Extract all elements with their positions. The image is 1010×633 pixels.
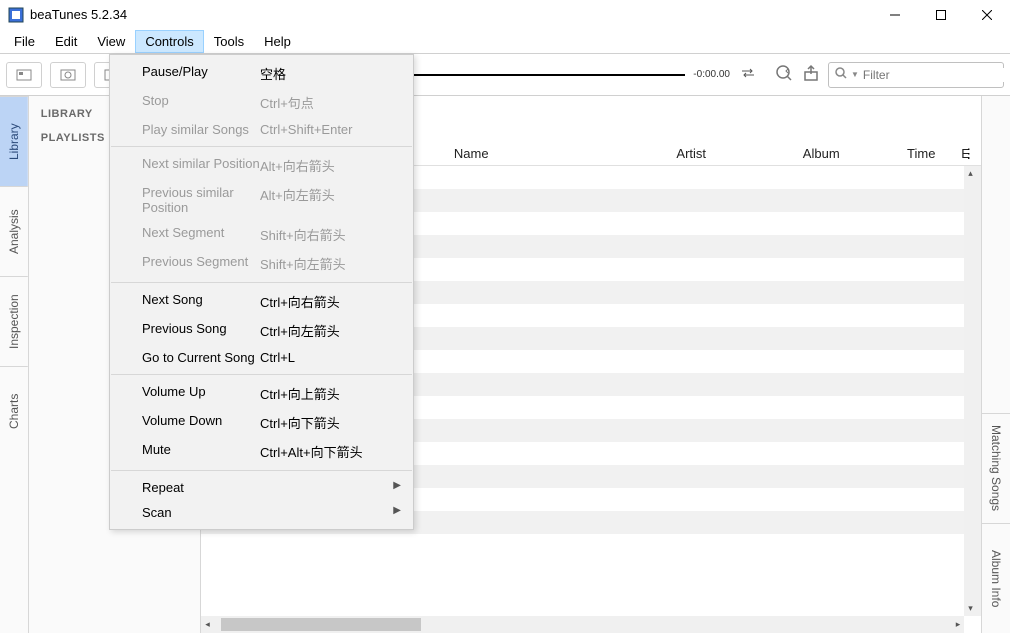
menu-item-previous-segment: Previous SegmentShift+向左箭头 <box>110 249 413 278</box>
menu-item-label: Repeat <box>110 480 260 495</box>
menubar: File Edit View Controls Tools Help <box>0 30 1010 54</box>
menu-item-shortcut: Ctrl+向右箭头 <box>260 292 413 311</box>
menu-item-shortcut: Ctrl+Shift+Enter <box>260 122 413 137</box>
menu-item-label: Go to Current Song <box>110 350 260 365</box>
column-album[interactable]: Album <box>761 146 881 161</box>
menu-item-shortcut: Ctrl+向左箭头 <box>260 321 413 340</box>
menu-item-shortcut: Ctrl+Alt+向下箭头 <box>260 442 413 461</box>
vertical-scrollbar[interactable] <box>964 166 981 616</box>
menu-item-scan[interactable]: Scan ▶ <box>110 500 413 525</box>
menu-view[interactable]: View <box>87 30 135 53</box>
menu-item-shortcut: Shift+向左箭头 <box>260 254 413 273</box>
menu-item-play-similar-songs: Play similar SongsCtrl+Shift+Enter <box>110 117 413 142</box>
menu-item-volume-up[interactable]: Volume UpCtrl+向上箭头 <box>110 379 413 408</box>
menu-item-shortcut <box>260 480 413 495</box>
columns-more-icon[interactable]: ⋮ <box>962 146 975 162</box>
menu-tools[interactable]: Tools <box>204 30 254 53</box>
menu-item-shortcut: Alt+向右箭头 <box>260 156 413 175</box>
menu-item-label: Previous Song <box>110 321 260 340</box>
menu-item-shortcut: Ctrl+句点 <box>260 93 413 112</box>
menu-item-shortcut <box>260 505 413 520</box>
maximize-button[interactable] <box>918 0 964 30</box>
menu-separator <box>111 470 412 471</box>
tab-analysis[interactable]: Analysis <box>0 186 28 276</box>
submenu-arrow-icon: ▶ <box>393 505 401 516</box>
menu-item-label: Next Segment <box>110 225 260 244</box>
menu-item-label: Mute <box>110 442 260 461</box>
tab-charts[interactable]: Charts <box>0 366 28 456</box>
menu-file[interactable]: File <box>4 30 45 53</box>
controls-dropdown: Pause/Play空格StopCtrl+句点Play similar Song… <box>109 54 414 530</box>
right-tabs: Matching Songs Album Info <box>981 96 1010 633</box>
menu-item-previous-similar-position: Previous similar PositionAlt+向左箭头 <box>110 180 413 220</box>
menu-item-label: Next Song <box>110 292 260 311</box>
column-time[interactable]: Time <box>881 146 961 161</box>
horizontal-scrollbar-thumb[interactable] <box>221 618 421 631</box>
menu-edit[interactable]: Edit <box>45 30 87 53</box>
menu-item-go-to-current-song[interactable]: Go to Current SongCtrl+L <box>110 345 413 370</box>
menu-item-label: Play similar Songs <box>110 122 260 137</box>
menu-separator <box>111 282 412 283</box>
magnify-icon[interactable] <box>774 63 794 86</box>
menu-controls[interactable]: Controls <box>135 30 203 53</box>
menu-item-shortcut: Alt+向左箭头 <box>260 185 413 215</box>
menu-item-next-segment: Next SegmentShift+向右箭头 <box>110 220 413 249</box>
menu-item-shortcut: Ctrl+向上箭头 <box>260 384 413 403</box>
time-label: -0:00.00 <box>693 69 730 80</box>
menu-item-shortcut: Ctrl+L <box>260 350 413 365</box>
tab-album-info[interactable]: Album Info <box>982 523 1010 633</box>
dropdown-arrow-icon[interactable]: ▼ <box>851 70 859 79</box>
window-title: beaTunes 5.2.34 <box>30 7 127 22</box>
menu-separator <box>111 146 412 147</box>
menu-item-label: Volume Down <box>110 413 260 432</box>
menu-item-shortcut: 空格 <box>260 64 413 83</box>
toolbar-button-1[interactable] <box>6 62 42 88</box>
menu-item-label: Previous Segment <box>110 254 260 273</box>
menu-item-shortcut: Shift+向右箭头 <box>260 225 413 244</box>
share-icon[interactable] <box>802 64 820 85</box>
close-button[interactable] <box>964 0 1010 30</box>
menu-item-mute[interactable]: MuteCtrl+Alt+向下箭头 <box>110 437 413 466</box>
menu-item-pause-play[interactable]: Pause/Play空格 <box>110 59 413 88</box>
menu-item-label: Volume Up <box>110 384 260 403</box>
table-row[interactable] <box>201 534 981 557</box>
tab-matching-songs[interactable]: Matching Songs <box>982 413 1010 523</box>
menu-help[interactable]: Help <box>254 30 301 53</box>
menu-item-repeat[interactable]: Repeat ▶ <box>110 475 413 500</box>
menu-item-label: Scan <box>110 505 260 520</box>
menu-item-label: Stop <box>110 93 260 112</box>
column-artist[interactable]: Artist <box>621 146 761 161</box>
toolbar-button-2[interactable] <box>50 62 86 88</box>
menu-item-label: Previous similar Position <box>110 185 260 215</box>
search-input[interactable] <box>863 68 1010 82</box>
minimize-button[interactable] <box>872 0 918 30</box>
app-icon <box>8 7 24 23</box>
menu-item-stop: StopCtrl+句点 <box>110 88 413 117</box>
menu-separator <box>111 374 412 375</box>
titlebar: beaTunes 5.2.34 <box>0 0 1010 30</box>
search-box[interactable]: ▼ <box>828 62 1004 88</box>
tab-library[interactable]: Library <box>0 96 28 186</box>
menu-item-label: Pause/Play <box>110 64 260 83</box>
menu-item-shortcut: Ctrl+向下箭头 <box>260 413 413 432</box>
menu-item-previous-song[interactable]: Previous SongCtrl+向左箭头 <box>110 316 413 345</box>
left-tabs: Library Analysis Inspection Charts <box>0 96 29 633</box>
horizontal-scrollbar[interactable] <box>201 616 964 633</box>
menu-item-next-song[interactable]: Next SongCtrl+向右箭头 <box>110 287 413 316</box>
menu-item-label: Next similar Position <box>110 156 260 175</box>
menu-item-next-similar-position: Next similar PositionAlt+向右箭头 <box>110 151 413 180</box>
search-icon <box>835 67 847 82</box>
loop-icon[interactable] <box>738 63 758 86</box>
tab-inspection[interactable]: Inspection <box>0 276 28 366</box>
submenu-arrow-icon: ▶ <box>393 480 401 491</box>
menu-item-volume-down[interactable]: Volume DownCtrl+向下箭头 <box>110 408 413 437</box>
